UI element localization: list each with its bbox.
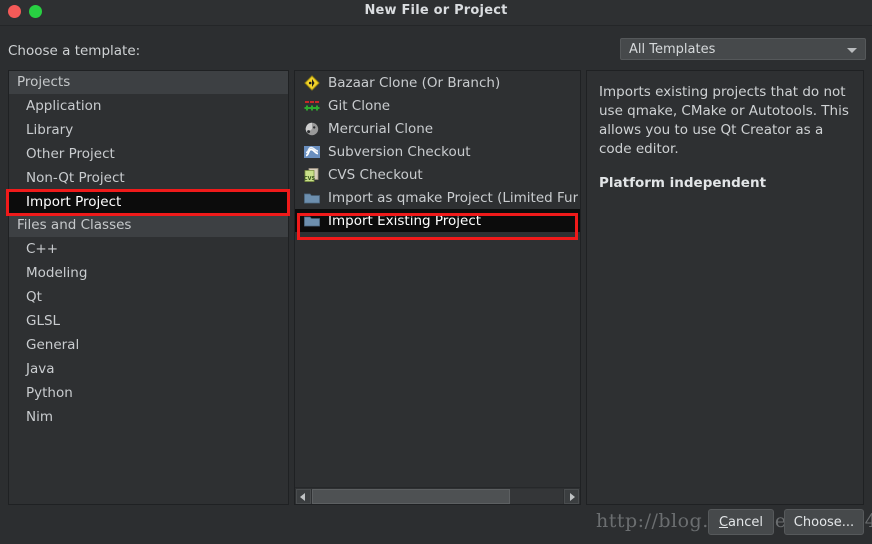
folder-icon <box>303 190 321 206</box>
horizontal-scrollbar[interactable] <box>295 487 580 504</box>
choose-template-label: Choose a template: <box>8 43 141 59</box>
category-group-header-projects: Projects <box>9 71 288 94</box>
subversion-icon <box>303 144 321 160</box>
sidebar-item-library[interactable]: Library <box>9 118 288 142</box>
list-item-label: Git Clone <box>328 97 391 114</box>
list-item-label: Subversion Checkout <box>328 143 471 160</box>
template-filter-value: All Templates <box>629 42 716 57</box>
cancel-label-rest: ancel <box>728 514 764 530</box>
sidebar-item-qt[interactable]: Qt <box>9 285 288 309</box>
cancel-button[interactable]: Cancel <box>708 509 774 535</box>
list-item-import-as-qmake-project[interactable]: Import as qmake Project (Limited Fur <box>295 186 580 209</box>
description-text: Imports existing projects that do not us… <box>599 84 849 157</box>
list-item-cvs-checkout[interactable]: CVS CVS Checkout <box>295 163 580 186</box>
list-item-label: Import as qmake Project (Limited Fur <box>328 189 579 206</box>
window-title: New File or Project <box>364 3 508 18</box>
template-description-panel: Imports existing projects that do not us… <box>586 70 864 505</box>
sidebar-item-java[interactable]: Java <box>9 357 288 381</box>
scrollbar-thumb[interactable] <box>312 489 510 504</box>
sidebar-item-glsl[interactable]: GLSL <box>9 309 288 333</box>
cancel-mnemonic: C <box>718 514 729 530</box>
mercurial-icon <box>303 121 321 137</box>
new-file-or-project-dialog: New File or Project Choose a template: A… <box>0 0 872 544</box>
chevron-down-icon <box>847 48 857 53</box>
sidebar-item-modeling[interactable]: Modeling <box>9 261 288 285</box>
platform-note: Platform independent <box>599 175 767 191</box>
sidebar-item-nim[interactable]: Nim <box>9 405 288 429</box>
sidebar-item-non-qt-project[interactable]: Non-Qt Project <box>9 166 288 190</box>
list-item-label: Mercurial Clone <box>328 120 434 137</box>
list-item-label: Import Existing Project <box>328 212 482 229</box>
sidebar-item-import-project[interactable]: Import Project <box>9 190 288 214</box>
title-bar: New File or Project <box>0 0 872 26</box>
sidebar-item-other-project[interactable]: Other Project <box>9 142 288 166</box>
category-list-panel[interactable]: Projects Application Library Other Proje… <box>8 70 289 505</box>
list-item-mercurial-clone[interactable]: Mercurial Clone <box>295 117 580 140</box>
list-item-subversion-checkout[interactable]: Subversion Checkout <box>295 140 580 163</box>
cvs-icon: CVS <box>303 167 321 183</box>
choose-button[interactable]: Choose... <box>784 509 864 535</box>
list-item-bazaar-clone[interactable]: Bazaar Clone (Or Branch) <box>295 71 580 94</box>
list-item-git-clone[interactable]: Git Clone <box>295 94 580 117</box>
template-list-panel[interactable]: Bazaar Clone (Or Branch) Git Clone Mercu… <box>294 70 581 505</box>
list-item-import-existing-project[interactable]: Import Existing Project <box>295 209 580 232</box>
git-icon <box>303 98 321 114</box>
sidebar-item-application[interactable]: Application <box>9 94 288 118</box>
folder-icon <box>303 213 321 229</box>
sidebar-item-general[interactable]: General <box>9 333 288 357</box>
scroll-right-icon[interactable] <box>564 489 579 504</box>
svg-text:CVS: CVS <box>304 176 316 182</box>
template-filter-dropdown[interactable]: All Templates <box>620 38 866 60</box>
scroll-left-icon[interactable] <box>296 489 311 504</box>
list-item-label: CVS Checkout <box>328 166 423 183</box>
category-group-header-files-and-classes: Files and Classes <box>9 214 288 237</box>
choose-label: Choose... <box>793 514 855 530</box>
bazaar-icon <box>303 74 321 91</box>
list-item-label: Bazaar Clone (Or Branch) <box>328 74 501 91</box>
scrollbar-track[interactable] <box>312 489 563 504</box>
sidebar-item-cpp[interactable]: C++ <box>9 237 288 261</box>
sidebar-item-python[interactable]: Python <box>9 381 288 405</box>
